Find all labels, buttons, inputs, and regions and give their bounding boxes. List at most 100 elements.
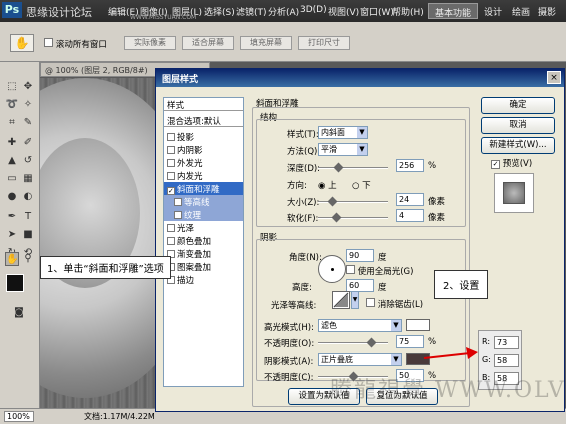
move-tool-icon[interactable]: ✥ — [21, 80, 35, 94]
r-value[interactable]: 73 — [494, 336, 519, 349]
gloss-contour-preview[interactable] — [332, 291, 350, 309]
style-item[interactable]: 描边 — [164, 273, 243, 286]
style-item[interactable]: 内发光 — [164, 169, 243, 182]
size-input[interactable]: 24 — [396, 193, 424, 206]
global-light-checkbox[interactable] — [346, 265, 355, 274]
eyedropper-tool-icon[interactable]: ✎ — [21, 116, 35, 130]
menu-filter[interactable]: 滤镜(T) — [236, 5, 267, 18]
ok-button[interactable]: 确定 — [481, 97, 555, 114]
style-item[interactable]: 外发光 — [164, 156, 243, 169]
stamp-tool-icon[interactable]: ▲ — [5, 154, 19, 168]
size-label: 大小(Z): — [287, 198, 320, 208]
depth-slider[interactable] — [318, 167, 388, 169]
fill-screen-button[interactable]: 填充屏幕 — [240, 36, 292, 50]
chevron-down-icon: ▼ — [391, 354, 401, 365]
cancel-button[interactable]: 取消 — [481, 117, 555, 134]
style-item-checkbox[interactable] — [167, 146, 175, 154]
direction-up-radio[interactable]: ◉ 上 — [318, 179, 337, 191]
actual-pixels-button[interactable]: 实际像素 — [124, 36, 176, 50]
red-arrow-icon — [423, 347, 478, 359]
style-item[interactable]: 颜色叠加 — [164, 234, 243, 247]
eraser-tool-icon[interactable]: ▭ — [5, 172, 19, 186]
style-item[interactable]: 纹理 — [164, 208, 243, 221]
highlight-mode-select[interactable]: 滤色 ▼ — [318, 319, 402, 332]
soften-slider[interactable] — [318, 217, 388, 219]
menu-help[interactable]: 帮助(H) — [392, 5, 424, 18]
shape-tool-icon[interactable]: ■ — [21, 228, 35, 242]
preview-option[interactable]: ✓ 预览(V) — [491, 157, 532, 169]
styles-header[interactable]: 样式 — [164, 98, 243, 111]
blur-tool-icon[interactable]: ● — [5, 190, 19, 204]
style-item-checkbox[interactable] — [167, 133, 175, 141]
style-item-label: 颜色叠加 — [177, 237, 212, 247]
style-item-label: 光泽 — [177, 224, 195, 234]
style-item[interactable]: 渐变叠加 — [164, 247, 243, 260]
workspace-design[interactable]: 设计 — [478, 3, 508, 19]
new-style-button[interactable]: 新建样式(W)... — [481, 137, 555, 154]
style-item[interactable]: 投影 — [164, 130, 243, 143]
style-item-checkbox[interactable] — [174, 198, 182, 206]
style-item[interactable]: 内阴影 — [164, 143, 243, 156]
style-item-checkbox[interactable] — [167, 172, 175, 180]
zoom-tool-icon[interactable]: ⚲ — [21, 252, 35, 266]
style-item-label: 内阴影 — [177, 146, 203, 156]
style-item-checkbox[interactable]: ✓ — [167, 187, 175, 195]
menu-3d[interactable]: 3D(D) — [300, 5, 327, 15]
anti-alias-option[interactable]: 消除锯齿(L) — [366, 298, 423, 310]
g-value[interactable]: 58 — [494, 354, 519, 367]
print-size-button[interactable]: 打印尺寸 — [298, 36, 350, 50]
menu-view[interactable]: 视图(V) — [328, 5, 359, 18]
style-item[interactable]: 光泽 — [164, 221, 243, 234]
menu-select[interactable]: 选择(S) — [204, 5, 235, 18]
contour-dropdown-icon[interactable]: ▼ — [351, 291, 359, 309]
menu-window[interactable]: 窗口(W) — [360, 5, 394, 18]
style-select[interactable]: 内斜面 ▼ — [318, 126, 368, 139]
history-brush-tool-icon[interactable]: ↺ — [21, 154, 35, 168]
document-canvas[interactable] — [40, 78, 165, 408]
angle-input[interactable]: 90 — [346, 249, 374, 262]
anti-alias-checkbox[interactable] — [366, 298, 375, 307]
pen-tool-icon[interactable]: ✒ — [5, 210, 19, 224]
style-item-checkbox[interactable] — [167, 224, 175, 232]
healing-brush-tool-icon[interactable]: ✚ — [5, 136, 19, 150]
direction-down-radio[interactable]: ○ 下 — [352, 179, 371, 191]
blend-options-item[interactable]: 混合选项:默认 — [164, 114, 243, 127]
soften-input[interactable]: 4 — [396, 209, 424, 222]
gradient-tool-icon[interactable]: ▦ — [21, 172, 35, 186]
global-light-option[interactable]: 使用全局光(G) — [346, 265, 413, 277]
highlight-opacity-slider[interactable] — [318, 342, 388, 344]
style-item[interactable]: ✓ 斜面和浮雕 — [164, 182, 243, 195]
hand-tool-preset-icon[interactable]: ✋ — [10, 34, 34, 52]
style-item-checkbox[interactable] — [167, 237, 175, 245]
style-item[interactable]: 等高线 — [164, 195, 243, 208]
dodge-tool-icon[interactable]: ◐ — [21, 190, 35, 204]
magic-wand-tool-icon[interactable]: ✧ — [21, 98, 35, 112]
menu-analysis[interactable]: 分析(A) — [268, 5, 299, 18]
workspace-essentials[interactable]: 基本功能 — [428, 3, 479, 19]
preview-checkbox[interactable]: ✓ — [491, 160, 500, 169]
crop-tool-icon[interactable]: ⌗ — [5, 116, 19, 130]
zoom-level-field[interactable]: 100% — [4, 411, 34, 422]
hand-tool-icon[interactable]: ✋ — [5, 252, 19, 266]
marquee-tool-icon[interactable]: ⬚ — [5, 80, 19, 94]
type-tool-icon[interactable]: T — [21, 210, 35, 224]
brush-tool-icon[interactable]: ✐ — [21, 136, 35, 150]
depth-input[interactable]: 256 — [396, 159, 424, 172]
close-icon[interactable]: × — [547, 71, 561, 84]
style-item[interactable]: 图案叠加 — [164, 260, 243, 273]
direction-label: 方向: — [287, 181, 307, 191]
scroll-all-windows-option[interactable]: 滚动所有窗口 — [44, 38, 107, 50]
foreground-color-swatch[interactable] — [6, 274, 24, 292]
quick-mask-icon[interactable]: ◙ — [12, 306, 26, 320]
shadow-mode-select[interactable]: 正片叠底 ▼ — [318, 353, 402, 366]
style-item-checkbox[interactable] — [174, 211, 182, 219]
fit-screen-button[interactable]: 适合屏幕 — [182, 36, 234, 50]
scroll-all-checkbox[interactable] — [44, 38, 53, 47]
angle-dial[interactable] — [318, 255, 346, 283]
technique-select[interactable]: 平滑 ▼ — [318, 143, 368, 156]
style-item-checkbox[interactable] — [167, 159, 175, 167]
highlight-color-swatch[interactable] — [406, 319, 430, 331]
workspace-photography[interactable]: 摄影 — [532, 3, 562, 19]
lasso-tool-icon[interactable]: ➰ — [5, 98, 19, 112]
path-selection-tool-icon[interactable]: ➤ — [5, 228, 19, 242]
